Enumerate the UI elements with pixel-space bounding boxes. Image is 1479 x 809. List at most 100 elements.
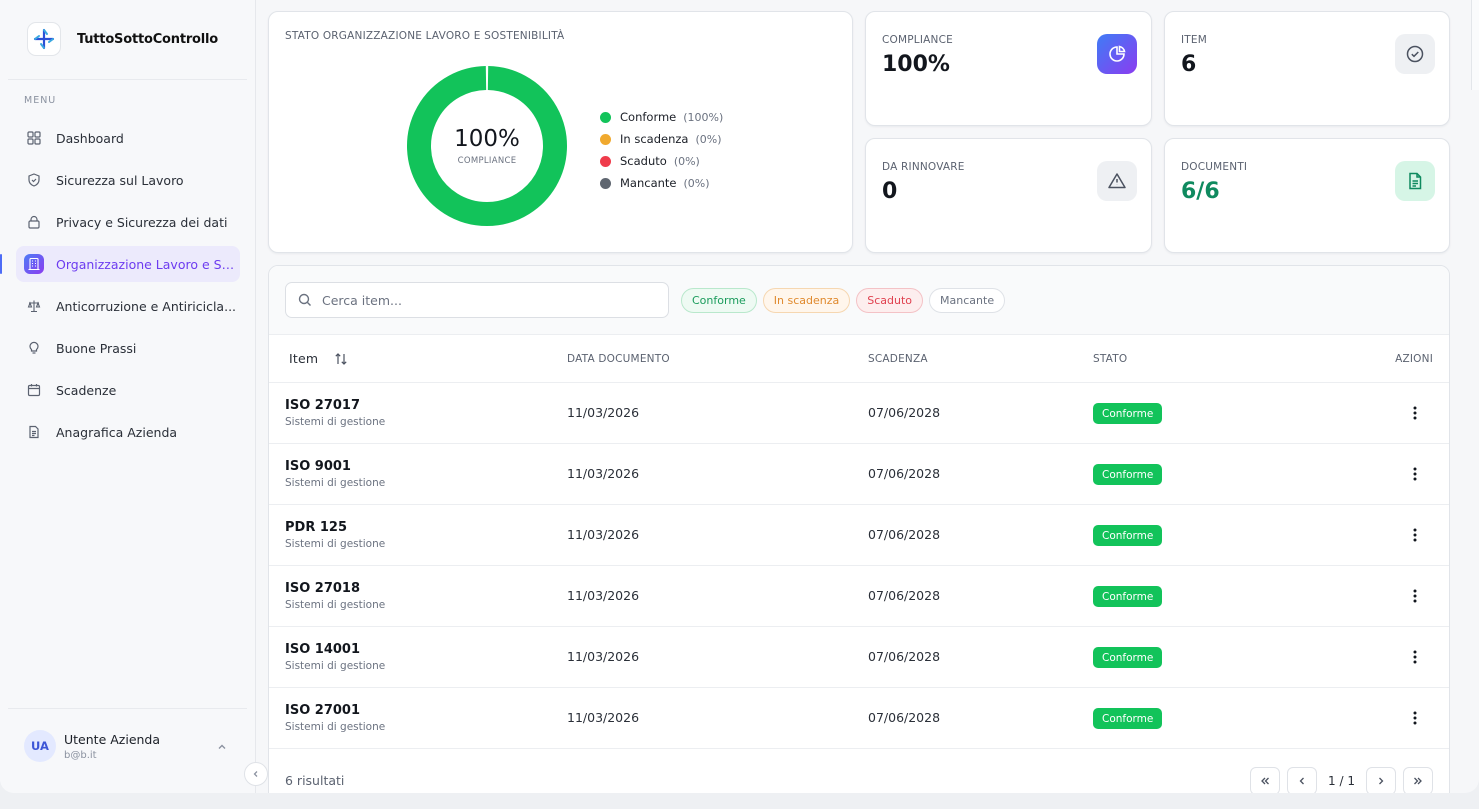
document-date: 11/03/2026 xyxy=(567,649,640,664)
sidebar-nav: Dashboard Sicurezza sul Lavoro Privacy e… xyxy=(0,120,240,456)
row-actions-button[interactable] xyxy=(1403,401,1427,425)
row-actions-button[interactable] xyxy=(1403,523,1427,547)
page-indicator: 1 / 1 xyxy=(1328,774,1355,788)
status-badge: Conforme xyxy=(1093,708,1163,729)
filter-chip-mancante[interactable]: Mancante xyxy=(929,288,1006,313)
filter-chip-conforme[interactable]: Conforme xyxy=(681,288,757,313)
table-row[interactable]: ISO 27001 Sistemi di gestione 11/03/2026 … xyxy=(269,688,1449,749)
user-menu[interactable]: UA Utente Azienda b@b.it xyxy=(24,730,234,762)
sidebar-item-scadenze[interactable]: Scadenze xyxy=(16,372,240,408)
brand-name: TuttoSottoControllo xyxy=(77,31,219,47)
sort-icon xyxy=(335,352,347,365)
more-vertical-icon xyxy=(1413,528,1417,542)
grid-icon xyxy=(24,128,44,148)
sidebar-item-dashboard[interactable]: Dashboard xyxy=(16,120,240,156)
scale-icon xyxy=(24,296,44,316)
sidebar-item-label: Buone Prassi xyxy=(56,340,137,356)
sidebar-item-organizzazione[interactable]: Organizzazione Lavoro e So... xyxy=(0,246,240,282)
more-vertical-icon xyxy=(1413,650,1417,664)
results-count: 6 risultati xyxy=(285,773,345,788)
building-icon xyxy=(24,254,44,274)
last-page-button[interactable] xyxy=(1403,767,1433,793)
chevrons-right-icon xyxy=(1414,777,1422,785)
status-badge: Conforme xyxy=(1093,647,1163,668)
table-row[interactable]: PDR 125 Sistemi di gestione 11/03/2026 07… xyxy=(269,505,1449,566)
row-actions-button[interactable] xyxy=(1403,706,1427,730)
file-text-icon xyxy=(1395,161,1435,201)
table-row[interactable]: ISO 14001 Sistemi di gestione 11/03/2026 … xyxy=(269,627,1449,688)
column-header-data-documento: DATA DOCUMENTO xyxy=(567,353,670,365)
stat-value: 100% xyxy=(882,52,950,77)
legend-item-conforme: Conforme (100%) xyxy=(600,106,723,128)
pie-chart-icon xyxy=(1097,34,1137,74)
legend-pct: (0%) xyxy=(695,132,722,146)
status-card-title: STATO ORGANIZZAZIONE LAVORO E SOSTENIBIL… xyxy=(285,30,565,42)
more-vertical-icon xyxy=(1413,589,1417,603)
sidebar-item-buone-prassi[interactable]: Buone Prassi xyxy=(16,330,240,366)
row-actions-button[interactable] xyxy=(1403,645,1427,669)
row-actions-button[interactable] xyxy=(1403,584,1427,608)
sidebar-item-label: Sicurezza sul Lavoro xyxy=(56,172,184,188)
next-page-button[interactable] xyxy=(1366,767,1396,793)
stat-title: DA RINNOVARE xyxy=(882,161,965,173)
warning-icon xyxy=(1097,161,1137,201)
scrollbar[interactable] xyxy=(1471,0,1479,90)
column-header-azioni: AZIONI xyxy=(1395,353,1433,365)
filter-chip-scaduto[interactable]: Scaduto xyxy=(856,288,924,313)
lightbulb-icon xyxy=(24,338,44,358)
legend-pct: (0%) xyxy=(683,176,710,190)
stat-title: DOCUMENTI xyxy=(1181,161,1248,173)
table-row[interactable]: ISO 27018 Sistemi di gestione 11/03/2026 … xyxy=(269,566,1449,627)
more-vertical-icon xyxy=(1413,711,1417,725)
sidebar-item-anticorruzione[interactable]: Anticorruzione e Antiricicla... xyxy=(16,288,240,324)
chevron-up-icon[interactable] xyxy=(216,738,228,757)
collapse-sidebar-button[interactable] xyxy=(244,762,268,786)
row-actions-button[interactable] xyxy=(1403,462,1427,486)
first-page-button[interactable] xyxy=(1250,767,1281,793)
item-category: Sistemi di gestione xyxy=(285,538,386,550)
legend-dot xyxy=(600,177,611,189)
filter-chip-in-scadenza[interactable]: In scadenza xyxy=(762,288,851,313)
more-vertical-icon xyxy=(1413,467,1417,481)
stat-title: ITEM xyxy=(1181,34,1208,46)
column-header-scadenza: SCADENZA xyxy=(868,353,928,365)
status-badge: Conforme xyxy=(1093,403,1163,424)
previous-page-button[interactable] xyxy=(1287,767,1318,793)
expiry-date: 07/06/2028 xyxy=(868,588,941,603)
item-category: Sistemi di gestione xyxy=(285,721,386,733)
user-name: Utente Azienda xyxy=(64,731,161,747)
more-vertical-icon xyxy=(1413,406,1417,420)
document-date: 11/03/2026 xyxy=(567,710,640,725)
search-input[interactable] xyxy=(322,292,642,308)
brand[interactable]: TuttoSottoControllo xyxy=(27,22,218,56)
sidebar-item-anagrafica[interactable]: Anagrafica Azienda xyxy=(16,414,240,450)
app-window: TuttoSottoControllo MENU Dashboard Sicur… xyxy=(0,0,1479,793)
item-category: Sistemi di gestione xyxy=(285,660,386,672)
status-card: STATO ORGANIZZAZIONE LAVORO E SOSTENIBIL… xyxy=(268,11,853,253)
legend-label: Mancante xyxy=(620,176,677,190)
stat-title: COMPLIANCE xyxy=(882,34,953,46)
item-name: ISO 9001 xyxy=(285,459,351,474)
column-header-item[interactable]: Item xyxy=(289,351,348,366)
status-badge: Conforme xyxy=(1093,586,1163,607)
chevron-left-icon xyxy=(1299,777,1305,785)
sidebar-item-label: Dashboard xyxy=(56,130,124,146)
stat-value: 6 xyxy=(1181,52,1197,77)
filter-bar: Conforme In scadenza Scaduto Mancante xyxy=(269,266,1449,335)
document-date: 11/03/2026 xyxy=(567,527,640,542)
expiry-date: 07/06/2028 xyxy=(868,527,941,542)
table-row[interactable]: ISO 27017 Sistemi di gestione 11/03/2026 … xyxy=(269,383,1449,444)
table-row[interactable]: ISO 9001 Sistemi di gestione 11/03/2026 0… xyxy=(269,444,1449,505)
donut-center-value: 100% xyxy=(454,126,520,152)
status-badge: Conforme xyxy=(1093,464,1163,485)
search-box[interactable] xyxy=(285,282,669,318)
chevron-right-icon xyxy=(1379,777,1384,785)
sidebar-item-privacy[interactable]: Privacy e Sicurezza dei dati xyxy=(16,204,240,240)
sidebar-item-label: Anagrafica Azienda xyxy=(56,424,178,440)
sidebar-item-sicurezza-lavoro[interactable]: Sicurezza sul Lavoro xyxy=(16,162,240,198)
sidebar-divider xyxy=(8,79,247,80)
legend-dot xyxy=(600,133,611,145)
document-icon xyxy=(24,422,44,442)
stat-card-documenti: DOCUMENTI 6/6 xyxy=(1164,138,1450,253)
brand-logo-icon xyxy=(27,22,61,56)
